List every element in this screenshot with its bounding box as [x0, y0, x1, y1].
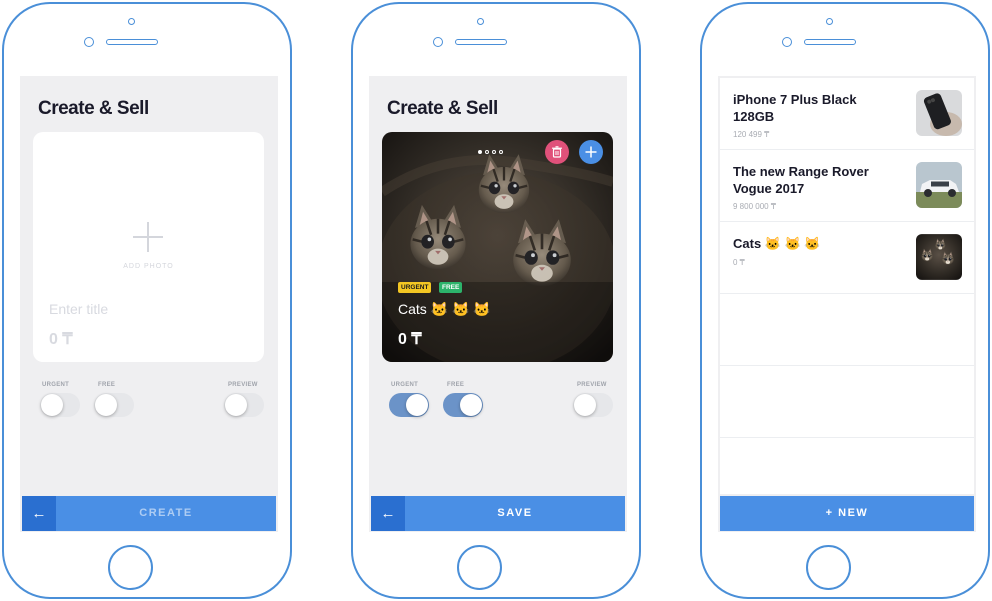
listings-list: iPhone 7 Plus Black 128GB 120 499 ₸ The …: [720, 78, 974, 494]
toggle-knob: [460, 394, 482, 416]
new-listing-button[interactable]: + NEW: [720, 496, 974, 531]
toggle-knob: [95, 394, 117, 416]
page-title: Create & Sell: [387, 98, 498, 119]
listings-screen: iPhone 7 Plus Black 128GB 120 499 ₸ The …: [718, 76, 976, 532]
carousel-dot[interactable]: [492, 150, 496, 154]
item-title: Cats 🐱 🐱 🐱: [733, 236, 821, 251]
preview-label: PREVIEW: [228, 382, 258, 388]
carousel-dots[interactable]: [478, 150, 503, 154]
trash-icon: [552, 146, 562, 158]
front-camera: [782, 37, 792, 47]
urgent-toggle[interactable]: [40, 393, 80, 417]
toggle-knob: [41, 394, 63, 416]
free-label: FREE: [447, 382, 465, 388]
home-button[interactable]: [108, 545, 153, 590]
plus-icon: [585, 146, 597, 158]
save-button[interactable]: SAVE: [405, 496, 625, 531]
preview-toggle[interactable]: [573, 393, 613, 417]
toggle-knob: [225, 394, 247, 416]
add-photo-label: ADD PHOTO: [123, 263, 174, 270]
bottom-action-bar: + NEW: [720, 496, 974, 531]
speaker-slot: [106, 39, 158, 45]
urgent-toggle[interactable]: [389, 393, 429, 417]
free-toggle[interactable]: [443, 393, 483, 417]
list-item[interactable]: iPhone 7 Plus Black 128GB 120 499 ₸: [720, 78, 974, 150]
item-price: 0 ₸: [733, 258, 745, 267]
phone-photo: [916, 90, 962, 136]
speaker-slot: [455, 39, 507, 45]
toggle-knob: [406, 394, 428, 416]
create-screen: Create & Sell ADD PHOTO Enter title 0 ₸ …: [20, 76, 278, 532]
carousel-dot[interactable]: [485, 150, 489, 154]
plus-icon-bar: [133, 236, 163, 238]
front-camera: [433, 37, 443, 47]
free-badge: FREE: [439, 282, 463, 293]
bottom-action-bar: ← SAVE: [371, 496, 625, 531]
sensor-dot: [477, 18, 484, 25]
car-photo: [916, 162, 962, 208]
urgent-badge: URGENT: [398, 282, 432, 293]
back-button[interactable]: ←: [22, 496, 56, 531]
item-price: 120 499 ₸: [733, 130, 770, 139]
add-photo-card[interactable]: ADD PHOTO Enter title 0 ₸: [33, 132, 264, 362]
list-item[interactable]: Cats 🐱 🐱 🐱 0 ₸: [720, 222, 974, 294]
back-button[interactable]: ←: [371, 496, 405, 531]
speaker-slot: [804, 39, 856, 45]
item-thumbnail: [916, 234, 962, 280]
item-title: iPhone 7 Plus Black 128GB: [733, 92, 857, 124]
free-toggle[interactable]: [94, 393, 134, 417]
empty-row: [720, 366, 974, 438]
phone-frame-list: iPhone 7 Plus Black 128GB 120 499 ₸ The …: [700, 2, 990, 599]
carousel-dot[interactable]: [499, 150, 503, 154]
list-item[interactable]: The new Range Rover Vogue 2017 9 800 000…: [720, 150, 974, 222]
kittens-photo: [916, 234, 962, 280]
sensor-dot: [128, 18, 135, 25]
delete-photo-button[interactable]: [545, 140, 569, 164]
item-price[interactable]: 0 ₸: [398, 329, 422, 349]
edit-screen: Create & Sell URGENT FREE Cats 🐱 🐱 🐱 0 ₸…: [369, 76, 627, 532]
home-button[interactable]: [457, 545, 502, 590]
preview-toggle[interactable]: [224, 393, 264, 417]
toggle-knob: [574, 394, 596, 416]
urgent-label: URGENT: [42, 382, 70, 388]
kittens-photo: [382, 132, 613, 362]
urgent-label: URGENT: [391, 382, 419, 388]
item-thumbnail: [916, 90, 962, 136]
bottom-action-bar: ← CREATE: [22, 496, 276, 531]
item-title[interactable]: Cats 🐱 🐱 🐱: [398, 301, 491, 318]
item-photo[interactable]: URGENT FREE Cats 🐱 🐱 🐱 0 ₸: [382, 132, 613, 362]
create-button[interactable]: CREATE: [56, 496, 276, 531]
item-thumbnail: [916, 162, 962, 208]
empty-row: [720, 294, 974, 366]
title-input[interactable]: Enter title: [49, 301, 108, 317]
item-price: 9 800 000 ₸: [733, 202, 776, 211]
item-title: The new Range Rover Vogue 2017: [733, 164, 869, 196]
phone-frame-edit: Create & Sell URGENT FREE Cats 🐱 🐱 🐱 0 ₸…: [351, 2, 641, 599]
free-label: FREE: [98, 382, 116, 388]
carousel-dot[interactable]: [478, 150, 482, 154]
phone-frame-create: Create & Sell ADD PHOTO Enter title 0 ₸ …: [2, 2, 292, 599]
front-camera: [84, 37, 94, 47]
page-title: Create & Sell: [38, 98, 149, 119]
price-input[interactable]: 0 ₸: [49, 329, 73, 349]
home-button[interactable]: [806, 545, 851, 590]
sensor-dot: [826, 18, 833, 25]
preview-label: PREVIEW: [577, 382, 607, 388]
add-photo-button[interactable]: [579, 140, 603, 164]
